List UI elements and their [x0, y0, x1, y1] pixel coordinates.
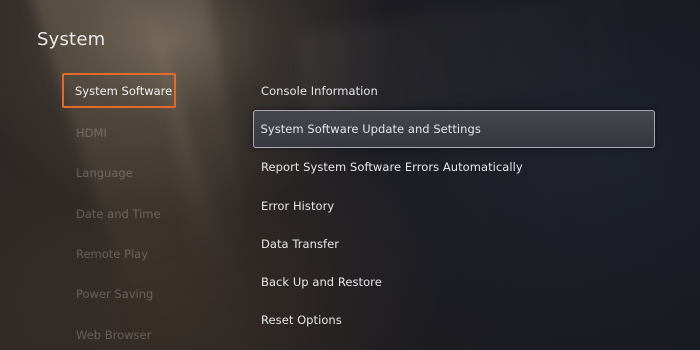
- menu-item-console-information[interactable]: Console Information: [253, 72, 655, 110]
- settings-category-sidebar: System Software HDMI Language Date and T…: [62, 73, 202, 350]
- sidebar-item-power-saving[interactable]: Power Saving: [62, 274, 202, 314]
- menu-item-data-transfer[interactable]: Data Transfer: [253, 225, 655, 263]
- sidebar-item-remote-play[interactable]: Remote Play: [62, 234, 202, 274]
- sidebar-item-web-browser[interactable]: Web Browser: [62, 314, 202, 350]
- sidebar-item-language[interactable]: Language: [62, 153, 202, 193]
- system-software-options-list: Console Information System Software Upda…: [253, 72, 655, 339]
- menu-item-back-up-and-restore[interactable]: Back Up and Restore: [253, 263, 655, 301]
- sidebar-item-system-software[interactable]: System Software: [62, 73, 176, 108]
- menu-item-report-system-software-errors[interactable]: Report System Software Errors Automatica…: [253, 148, 655, 186]
- system-settings-screen: System System Software HDMI Language Dat…: [0, 0, 700, 350]
- sidebar-item-date-and-time[interactable]: Date and Time: [62, 194, 202, 234]
- menu-item-error-history[interactable]: Error History: [253, 187, 655, 225]
- page-title: System: [37, 29, 106, 50]
- sidebar-item-hdmi[interactable]: HDMI: [62, 113, 202, 153]
- menu-item-reset-options[interactable]: Reset Options: [253, 301, 655, 339]
- menu-item-system-software-update-and-settings[interactable]: System Software Update and Settings: [253, 110, 655, 149]
